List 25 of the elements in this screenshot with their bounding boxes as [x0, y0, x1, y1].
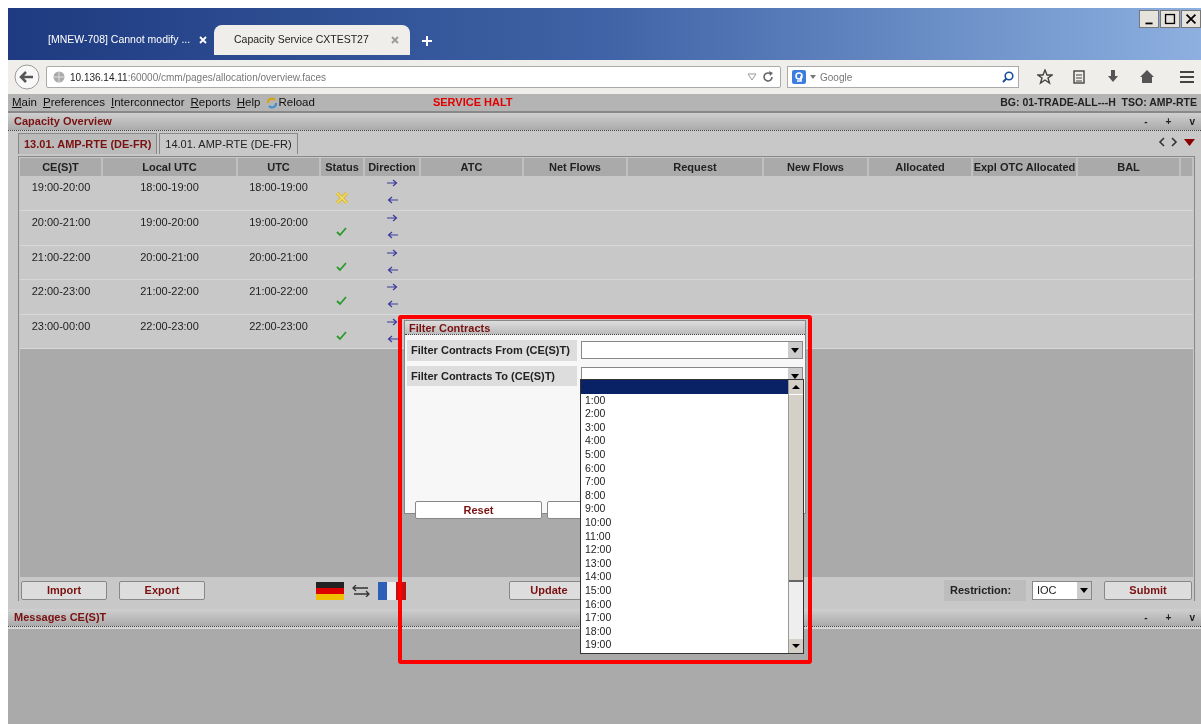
table-cell: 20:00-21:00	[20, 210, 102, 245]
table-cell: 20:00-21:00	[102, 245, 237, 280]
table-cell: 19:00-20:00	[237, 210, 320, 245]
panel-title: Messages CE(S)T	[14, 610, 107, 626]
table-cell: 22:00-23:00	[20, 279, 102, 314]
search-placeholder: Google	[820, 70, 853, 85]
dialog-title: Filter Contracts	[405, 321, 805, 335]
table-cell: 21:00-22:00	[20, 245, 102, 280]
table-cell: 21:00-22:00	[237, 279, 320, 314]
service-status: SERVICE HALT	[432, 95, 513, 111]
session-info: BG: 01-TRADE-ALL---H TSO: AMP-RTE	[1000, 94, 1197, 110]
table-cell: 22:00-23:00	[102, 314, 237, 349]
panel-title: Capacity Overview	[14, 114, 112, 130]
field-label: Filter Contracts To (CE(S)T)	[407, 365, 577, 386]
table-cell: 19:00-20:00	[20, 176, 102, 211]
table-cell: 19:00-20:00	[102, 210, 237, 245]
table-cell: 18:00-19:00	[102, 176, 237, 211]
table-cell: 23:00-00:00	[20, 314, 102, 349]
table-cell: 18:00-19:00	[237, 176, 320, 211]
restriction-label: Restriction:	[944, 580, 1026, 601]
url-text: 10.136.14.11:60000/cmm/pages/allocation/overview.faces	[70, 70, 327, 85]
field-label: Filter Contracts From (CE(S)T)	[407, 340, 577, 361]
table-cell: 21:00-22:00	[102, 279, 237, 314]
table-cell: 20:00-21:00	[237, 245, 320, 280]
table-cell: 22:00-23:00	[237, 314, 320, 349]
